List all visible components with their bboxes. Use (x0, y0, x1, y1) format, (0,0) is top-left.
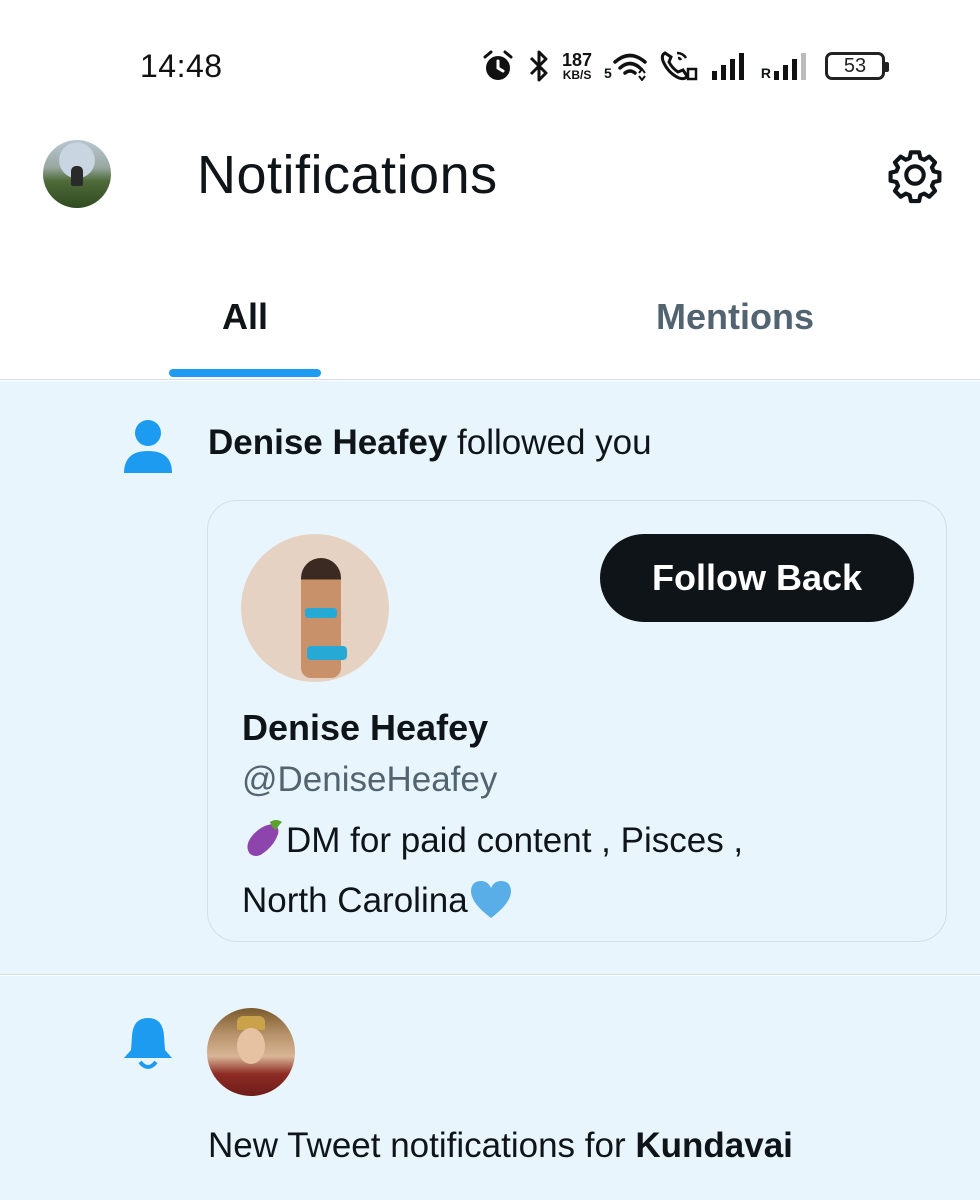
status-time: 14:48 (140, 48, 223, 84)
follow-back-button[interactable]: Follow Back (600, 534, 914, 622)
page-title: Notifications (197, 145, 498, 205)
person-icon (124, 420, 172, 473)
profile-avatar[interactable] (43, 140, 111, 208)
settings-button[interactable] (884, 144, 946, 206)
user-card[interactable]: Follow Back Denise Heafey @DeniseHeafey … (207, 500, 947, 942)
notification-tabs: All Mentions (0, 270, 980, 380)
tweet-account-name[interactable]: Kundavai (635, 1126, 793, 1165)
battery-icon: 53 (824, 52, 889, 80)
status-bar: 14:48 187 KB/S 5 R 53 (0, 0, 980, 120)
bio-line-1: DM for paid content , Pisces , (286, 821, 744, 860)
follow-notification-text: Denise Heafey followed you (208, 423, 652, 463)
network-speed-value: 187 (562, 50, 593, 70)
network-speed-unit: KB/S (562, 68, 592, 82)
tab-all[interactable]: All (0, 270, 490, 378)
tab-mentions[interactable]: Mentions (490, 270, 980, 378)
follower-name[interactable]: Denise Heafey (208, 423, 447, 462)
follow-notification[interactable]: Denise Heafey followed you Follow Back D… (0, 381, 980, 975)
eggplant-emoji (242, 816, 286, 875)
wifi-band-label: 5 (604, 65, 612, 81)
bell-icon (124, 1018, 172, 1069)
alarm-icon (480, 48, 516, 84)
follow-action-text: followed you (457, 423, 652, 462)
tweet-notification-text: New Tweet notifications for Kundavai (208, 1126, 793, 1166)
signal-roaming-icon: R (761, 51, 813, 81)
signal-icon (711, 51, 749, 81)
user-display-name[interactable]: Denise Heafey (242, 707, 488, 749)
bio-line-2: North Carolina (242, 881, 468, 920)
tweet-notification-prefix: New Tweet notifications for (208, 1126, 636, 1165)
user-bio: DM for paid content , Pisces , North Car… (242, 815, 882, 935)
app-header: Notifications (0, 120, 980, 230)
kundavai-avatar[interactable] (207, 1008, 295, 1096)
gear-icon (888, 150, 942, 204)
blue-heart-emoji (468, 878, 514, 935)
tab-active-indicator (169, 369, 321, 377)
wifi-icon: 5 (604, 51, 647, 81)
user-avatar[interactable] (241, 534, 389, 682)
status-icons: 187 KB/S 5 R 53 (480, 44, 889, 88)
bluetooth-icon (528, 49, 550, 83)
tweet-notification[interactable]: New Tweet notifications for Kundavai (0, 976, 980, 1200)
user-handle: @DeniseHeafey (242, 760, 498, 799)
roaming-label: R (760, 65, 771, 81)
network-speed: 187 KB/S (562, 51, 592, 81)
volte-call-icon (659, 49, 699, 83)
